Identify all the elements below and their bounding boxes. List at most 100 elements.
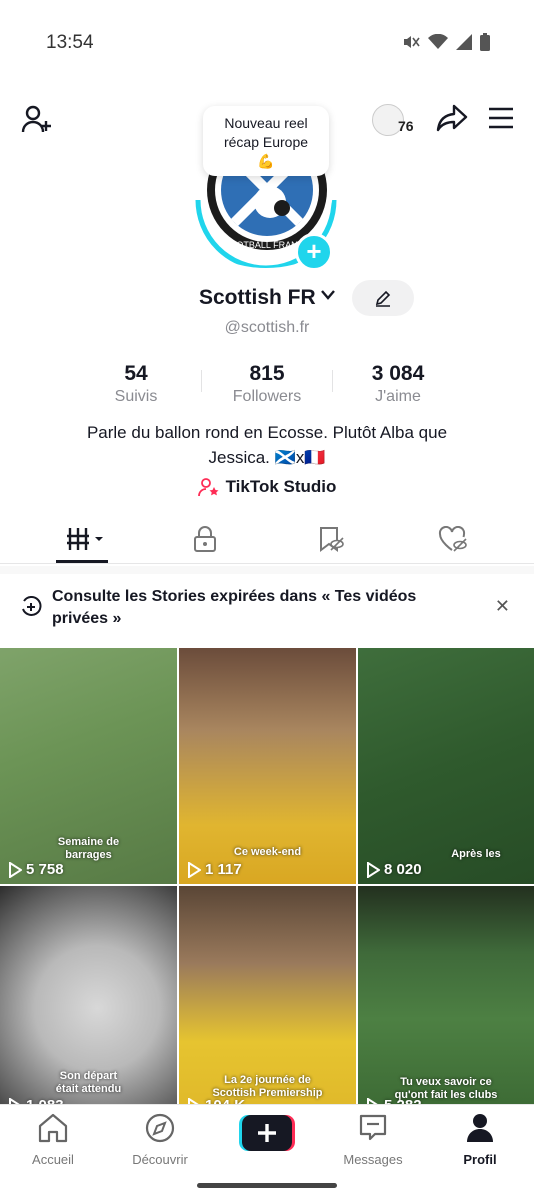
heart-hidden-icon [438,526,467,552]
profile-bio: Parle du ballon rond en Ecosse. Plutôt A… [40,420,494,470]
play-icon [367,861,380,878]
chevron-down-icon[interactable] [320,289,336,301]
story-note-bubble[interactable]: Nouveau reel récap Europe 💪 [203,106,329,176]
video-thumbnail[interactable]: Après les 8 020 [358,648,534,884]
user-handle: @scottish.fr [224,319,310,336]
stories-notice[interactable]: Consulte les Stories expirées dans « Tes… [0,566,534,648]
video-caption: Ce week-end [179,846,356,859]
nav-messages-label: Messages [343,1152,403,1167]
menu-icon[interactable] [488,107,514,129]
story-note-line2: récap Europe [223,134,309,150]
profile-stats: 54 Suivis 815 Followers 3 084 J'aime [0,362,534,408]
stat-divider [332,370,333,392]
video-caption: Son départ était attendu [0,1070,177,1096]
nav-discover[interactable]: Découvrir [107,1113,213,1167]
video-caption-line2: était attendu [55,1083,122,1095]
add-user-icon [21,105,51,133]
status-bar: 13:54 [0,0,534,88]
nav-messages[interactable]: Messages [320,1113,426,1167]
stat-likes[interactable]: 3 084 J'aime [338,362,458,406]
video-caption-line1: Ce week-end [233,846,302,858]
video-view-count: 1 117 [187,861,242,878]
lock-icon [193,526,216,552]
stories-notice-text: Consulte les Stories expirées dans « Tes… [52,588,417,627]
mute-icon [404,36,420,48]
video-thumbnail[interactable]: Tu veux savoir ce qu'ont fait les clubs … [358,886,534,1108]
bio-line1: Parle du ballon rond en Ecosse. Plutôt A… [86,423,448,442]
stat-value: 54 [124,362,148,385]
profile-icon [467,1114,493,1142]
status-icons [402,33,490,51]
tab-saved[interactable] [264,516,397,562]
story-note-emoji: 💪 [257,153,275,169]
create-button[interactable] [239,1115,295,1151]
nav-home-label: Accueil [32,1152,74,1167]
section-gap [0,566,534,574]
video-view-count: 8 020 [366,861,422,878]
active-tab-indicator [56,560,108,563]
plus-icon [239,1115,295,1151]
video-caption-line1: Après les [451,848,501,860]
bio-line2: Jessica. [208,448,270,467]
tab-videos[interactable] [20,516,153,562]
video-grid-icon [66,528,103,550]
video-caption: Après les [388,848,534,861]
close-icon[interactable]: ✕ [495,596,510,617]
streak-count: 76 [398,118,414,134]
message-icon [359,1114,387,1141]
tiktok-studio-label: TikTok Studio [225,477,337,496]
stat-label: J'aime [375,388,421,405]
video-caption-line1: Semaine de [57,836,120,848]
pencil-icon [375,290,391,307]
gesture-home-bar[interactable] [197,1183,337,1188]
nav-profile-label: Profil [463,1152,497,1167]
video-thumbnail[interactable]: Ce week-end 1 117 [179,648,356,884]
nav-discover-label: Découvrir [132,1152,188,1167]
share-icon[interactable] [436,104,468,132]
video-caption-line1: Tu veux savoir ce [400,1076,492,1088]
story-add-icon [22,596,42,616]
tiktok-studio-link[interactable]: TikTok Studio [0,477,534,497]
view-count-value: 5 758 [26,861,64,878]
bio-flags: 🏴󠁧󠁢󠁳󠁣󠁴󠁿x🇫🇷 [274,448,326,467]
stat-divider [201,370,202,392]
video-thumbnail[interactable]: Semaine de barrages 5 758 [0,648,177,884]
add-friend-button[interactable] [20,104,52,141]
video-view-count: 5 758 [8,861,64,878]
stat-following[interactable]: 54 Suivis [76,362,196,406]
video-caption-line2: barrages [65,849,112,861]
battery-icon [480,33,490,51]
content-tabs [0,516,534,564]
story-note-line1: Nouveau reel [224,115,308,131]
view-count-value: 1 117 [205,861,242,878]
video-caption-line1: Son départ [59,1070,118,1082]
compass-icon [145,1113,175,1143]
video-thumbnail[interactable]: La 2e journée de Scottish Premiership 10… [179,886,356,1108]
tab-private[interactable] [138,516,271,562]
display-name: Scottish FR [199,286,316,309]
stat-label: Followers [232,388,302,405]
nav-profile[interactable]: Profil [427,1113,533,1167]
signal-icon [456,34,472,50]
edit-profile-button[interactable] [352,280,414,316]
video-caption: Semaine de barrages [0,836,177,862]
add-story-button[interactable]: + [295,233,333,271]
video-grid: Semaine de barrages 5 758 Ce week-end 1 … [0,648,534,1108]
streak-badge[interactable]: 76 [372,100,416,136]
bottom-nav: Accueil Découvrir Messages Profil [0,1104,534,1200]
stat-value: 815 [249,362,285,385]
status-time: 13:54 [46,32,94,53]
creator-star-icon [197,478,219,497]
stat-label: Suivis [114,388,158,405]
video-caption-line1: La 2e journée de [224,1074,311,1086]
nav-home[interactable]: Accueil [0,1113,106,1167]
play-icon [9,861,22,878]
stat-followers[interactable]: 815 Followers [207,362,327,406]
wifi-icon [428,34,448,49]
video-thumbnail[interactable]: Son départ était attendu 1 083 [0,886,177,1108]
play-icon [188,861,201,878]
stat-value: 3 084 [371,362,425,385]
bookmark-hidden-icon [319,527,344,552]
tab-liked[interactable] [386,516,519,562]
view-count-value: 8 020 [384,861,422,878]
